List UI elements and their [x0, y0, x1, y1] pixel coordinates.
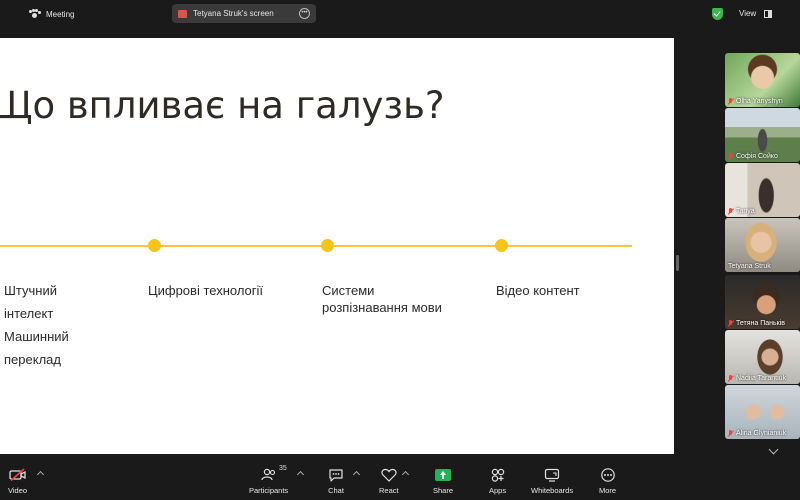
participant-name: Alina Glynianiuk [736, 430, 787, 437]
participant-name-tag: Тетяна Паньків [728, 320, 785, 327]
screen-share-icon [178, 9, 187, 18]
timeline-dot [148, 239, 161, 252]
video-tile[interactable]: Olha Yanyshyn [725, 53, 800, 107]
whiteboards-label: Whiteboards [531, 486, 574, 495]
screen-share-indicator[interactable]: Tetyana Struk's screen ••• [172, 4, 316, 23]
meeting-label: Meeting [46, 9, 75, 19]
security-shield-icon [712, 7, 723, 20]
participant-name-tag: Tanya [728, 208, 755, 215]
gallery-scroll-down-icon[interactable] [768, 444, 779, 455]
participant-name-tag: Tetyana Struk [728, 263, 771, 270]
participant-name: Tetyana Struk [728, 263, 771, 270]
whiteboard-icon [544, 467, 560, 482]
video-tile[interactable]: Nadiia Tarantiuk [725, 330, 800, 384]
video-tile[interactable]: Софія Сойко [725, 108, 800, 162]
timeline-dot [321, 239, 334, 252]
panel-resize-handle[interactable] [676, 255, 679, 271]
chat-button[interactable]: Chat [328, 467, 344, 495]
view-layout-icon [764, 9, 773, 18]
participants-label: Participants [249, 486, 289, 495]
shared-slide: Що впливає на галузь? Штучний інтелект М… [0, 38, 674, 454]
whiteboards-button[interactable]: Whiteboards [531, 467, 573, 495]
mic-muted-icon [728, 153, 733, 160]
mic-muted-icon [728, 320, 733, 327]
participant-name: Tanya [736, 208, 755, 215]
react-button[interactable]: React [379, 467, 399, 495]
participants-count: 35 [279, 465, 287, 472]
react-options-caret-icon[interactable] [401, 470, 410, 479]
chat-label: Chat [328, 486, 344, 495]
video-tile-active-speaker[interactable]: Tetyana Struk [725, 218, 800, 272]
slide-column-3: Системи розпізнавання мови [322, 282, 442, 316]
apps-button[interactable]: Apps [489, 467, 506, 495]
slide-column-1: Штучний інтелект Машинний переклад [4, 279, 69, 371]
video-label: Video [8, 486, 28, 495]
column-line: переклад [4, 352, 61, 367]
participant-name: Nadiia Tarantiuk [736, 375, 787, 382]
column-line: розпізнавання мови [322, 300, 442, 315]
timeline-line [0, 245, 632, 247]
mic-muted-icon [728, 98, 733, 105]
mic-muted-icon [728, 375, 733, 382]
video-tile[interactable]: Alina Glynianiuk [725, 385, 800, 439]
participant-name-tag: Alina Glynianiuk [728, 430, 786, 437]
top-bar: Meeting Tetyana Struk's screen ••• View [0, 0, 800, 28]
column-line: Відео контент [496, 283, 580, 298]
participant-name-tag: Nadiia Tarantiuk [728, 375, 786, 382]
apps-label: Apps [489, 486, 507, 495]
apps-icon [490, 467, 506, 482]
participants-options-caret-icon[interactable] [296, 470, 305, 479]
video-off-icon [8, 467, 27, 482]
video-tile[interactable]: Тетяна Паньків [725, 275, 800, 329]
slide-column-4: Відео контент [496, 279, 580, 302]
participants-icon [260, 467, 277, 482]
more-options-icon[interactable]: ••• [299, 8, 310, 19]
slide-title: Що впливає на галузь? [0, 84, 445, 127]
heart-icon [381, 467, 397, 482]
meeting-menu[interactable]: Meeting [28, 9, 74, 19]
view-button[interactable]: View [712, 4, 784, 23]
participant-name-tag: Софія Сойко [728, 153, 778, 160]
mic-muted-icon [728, 208, 733, 215]
mic-muted-icon [728, 430, 733, 437]
chat-icon [328, 467, 344, 482]
share-button[interactable]: Share [433, 467, 453, 495]
screen-share-label: Tetyana Struk's screen [193, 9, 274, 18]
column-line: Цифрові технології [148, 283, 264, 298]
chat-options-caret-icon[interactable] [352, 470, 361, 479]
column-line: Машинний [4, 329, 69, 344]
column-line: Системи [322, 283, 375, 298]
paw-icon [28, 9, 41, 19]
column-line: інтелект [4, 306, 54, 321]
share-label: Share [433, 486, 454, 495]
video-button[interactable]: Video [8, 467, 27, 495]
more-icon [600, 467, 616, 482]
view-label: View [739, 9, 757, 18]
participant-name-tag: Olha Yanyshyn [728, 98, 783, 105]
slide-column-2: Цифрові технології [148, 279, 263, 302]
react-label: React [379, 486, 399, 495]
meeting-toolbar: Video Participants 35 Chat React Share A… [0, 462, 800, 500]
video-tile[interactable]: Tanya [725, 163, 800, 217]
participant-name: Софія Сойко [736, 153, 778, 160]
more-button[interactable]: More [599, 467, 616, 495]
more-label: More [599, 486, 617, 495]
participant-name: Тетяна Паньків [736, 320, 786, 327]
video-options-caret-icon[interactable] [36, 470, 45, 479]
column-line: Штучний [4, 283, 57, 298]
share-screen-icon [435, 467, 451, 482]
timeline-dot [495, 239, 508, 252]
participant-name: Olha Yanyshyn [736, 98, 783, 105]
